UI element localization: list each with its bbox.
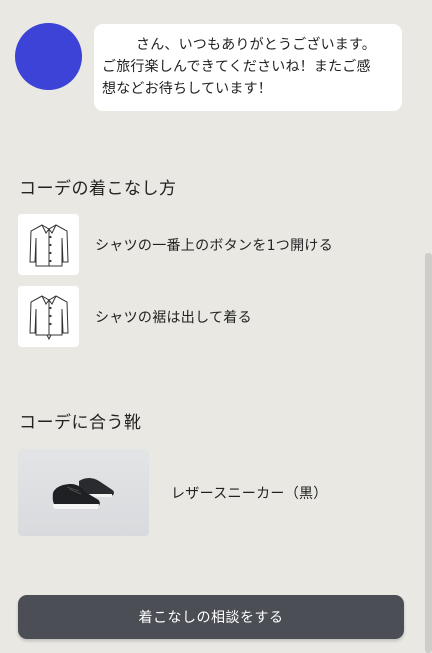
shirt-icon xyxy=(18,214,79,275)
shoe-label: レザースニーカー（黒） xyxy=(171,485,328,502)
greeting-message-bubble: さん、いつもありがとうございます。 ご旅行楽しんできてくださいね！またご感 想な… xyxy=(94,24,402,111)
greeting-line-3: 想などお待ちしています！ xyxy=(102,81,272,97)
tip-item: シャツの一番上のボタンを1つ開ける xyxy=(18,214,333,275)
tip-label: シャツの一番上のボタンを1つ開ける xyxy=(95,237,334,254)
sneaker-image xyxy=(18,449,149,536)
greeting-line-1: さん、いつもありがとうございます。 xyxy=(136,37,376,53)
shirt-icon xyxy=(18,286,79,347)
tip-item: シャツの裾は出して着る xyxy=(18,286,252,347)
stylist-avatar xyxy=(15,23,82,90)
styling-consultation-button[interactable]: 着こなしの相談をする xyxy=(18,595,404,639)
scrollbar[interactable] xyxy=(425,253,432,653)
tips-section-title: コーデの着こなし方 xyxy=(19,179,177,199)
shoe-item[interactable]: レザースニーカー（黒） xyxy=(18,449,328,536)
tip-label: シャツの裾は出して着る xyxy=(95,309,252,326)
greeting-line-2: ご旅行楽しんできてくださいね！またご感 xyxy=(102,59,371,75)
shoes-section-title: コーデに合う靴 xyxy=(19,413,142,433)
